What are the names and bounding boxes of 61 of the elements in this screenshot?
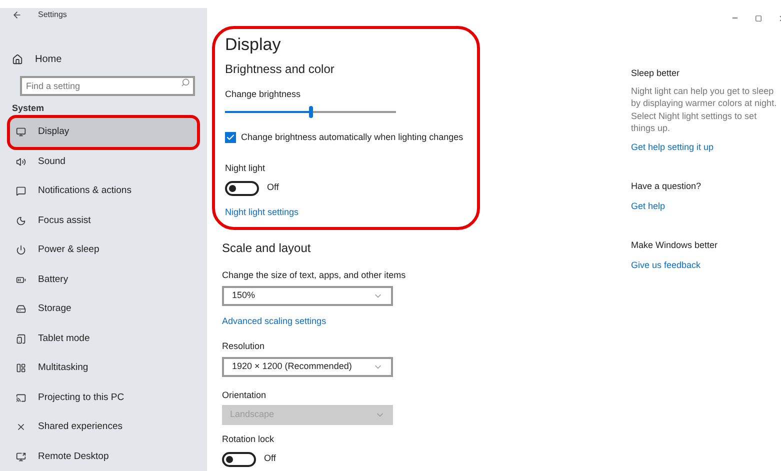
moon-icon	[16, 216, 26, 226]
sidebar-item[interactable]: Power & sleep	[10, 236, 197, 265]
aside-text: Night light can help you get to sleep by displaying warmer colors at night. Select Night light settings to set things up.	[631, 84, 777, 134]
sidebar-item[interactable]: Projecting to this PC	[10, 383, 197, 412]
dropdown[interactable]: 150%	[222, 286, 393, 306]
toggle-state: Off	[264, 452, 276, 466]
message-icon	[16, 186, 26, 196]
screen-share-icon	[16, 452, 26, 462]
toggle-state: Off	[267, 181, 279, 194]
maximize-icon[interactable]	[755, 14, 762, 22]
sidebar-item[interactable]: Display	[10, 118, 197, 147]
sidebar-item[interactable]: Storage	[10, 294, 197, 324]
home-icon	[12, 54, 23, 65]
dropdown[interactable]: 1920 × 1200 (Recommended)	[222, 356, 393, 376]
toggle-label: Night light	[225, 162, 266, 175]
night-light-link[interactable]: Night light settings	[225, 206, 477, 219]
brightness-slider[interactable]	[225, 106, 396, 118]
toggle-label: Rotation lock	[222, 433, 276, 446]
sidebar-item[interactable]: Notifications & actions	[10, 176, 197, 206]
sidebar-item[interactable]: Multitasking	[10, 354, 197, 383]
drive-icon	[16, 304, 26, 314]
sidebar-item[interactable]: Battery	[10, 265, 197, 294]
cross-icon	[16, 422, 26, 432]
search-icon	[181, 78, 190, 87]
power-icon	[16, 245, 26, 256]
page-title: Display	[225, 34, 282, 56]
battery-icon	[16, 274, 26, 285]
checkbox[interactable]	[225, 132, 236, 143]
aside-heading: Make Windows better	[631, 239, 719, 252]
help-link[interactable]: Get help setting it up	[631, 140, 777, 154]
window-title: Settings	[38, 9, 67, 21]
sidebar-item[interactable]: Shared experiences	[10, 412, 197, 442]
sidebar-item[interactable]: Remote Desktop	[10, 442, 197, 471]
scaling-link[interactable]: Advanced scaling settings	[222, 314, 631, 328]
toggle-switch[interactable]	[222, 452, 256, 466]
field-label: Resolution	[222, 340, 266, 353]
help-link[interactable]: Get help	[631, 200, 777, 213]
sidebar-item[interactable]: Sound	[10, 147, 197, 176]
sidebar-item[interactable]: Tablet mode	[10, 324, 197, 354]
field-label: Change the size of text, apps, and other items	[222, 269, 407, 282]
checkbox-label: Change brightness automatically when lighting changes	[241, 130, 464, 144]
layout-icon	[16, 363, 26, 374]
speaker-icon	[16, 156, 26, 167]
slider-thumb[interactable]	[308, 106, 312, 118]
search-field[interactable]: Find a setting	[20, 76, 195, 96]
section-heading: Scale and layout	[222, 240, 312, 257]
tablet-icon	[16, 334, 26, 344]
sidebar-item[interactable]: Focus assist	[10, 206, 197, 236]
section-heading: Brightness and color	[225, 61, 336, 78]
home-link[interactable]: Home	[35, 52, 62, 67]
check-icon	[226, 132, 235, 142]
field-label: Orientation	[222, 388, 268, 402]
cast-icon	[16, 392, 26, 403]
back-icon[interactable]	[12, 10, 22, 20]
slider-label: Change brightness	[225, 88, 302, 101]
toggle-switch[interactable]	[225, 180, 259, 196]
section-heading: System	[12, 102, 46, 115]
aside-heading: Have a question?	[631, 180, 702, 193]
aside-heading: Sleep better	[631, 67, 681, 80]
monitor-icon	[16, 127, 26, 138]
help-link[interactable]: Give us feedback	[631, 258, 777, 272]
